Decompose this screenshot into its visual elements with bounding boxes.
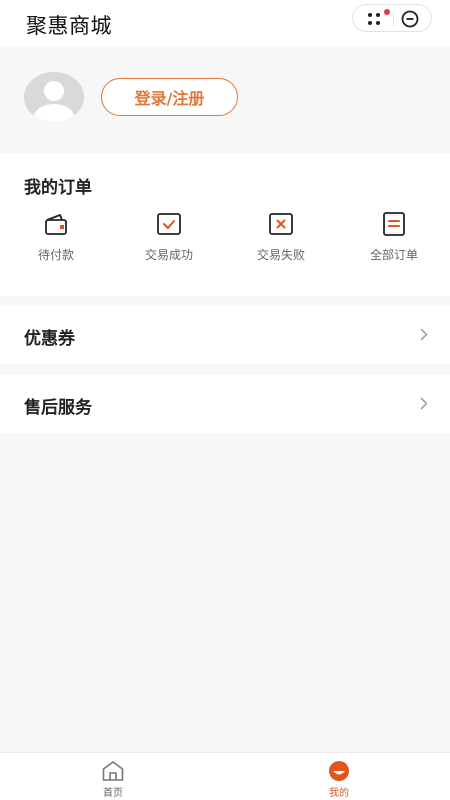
mine-icon bbox=[329, 761, 349, 781]
x-box-icon bbox=[269, 213, 293, 235]
more-dots-icon[interactable] bbox=[367, 12, 383, 26]
tab-mine-label: 我的 bbox=[329, 788, 349, 799]
my-orders-section: 我的订单 待付款 交易成功 交易失败 全部订单 bbox=[0, 153, 450, 296]
after-sales-label: 售后服务 bbox=[24, 398, 92, 418]
default-avatar-icon[interactable] bbox=[24, 72, 84, 122]
capsule-divider bbox=[393, 12, 394, 26]
coupons-label: 优惠券 bbox=[24, 329, 75, 349]
wallet-icon bbox=[45, 214, 67, 235]
chevron-right-icon bbox=[420, 397, 428, 410]
list-icon bbox=[383, 212, 405, 236]
my-orders-title: 我的订单 bbox=[24, 178, 92, 198]
profile-section: 登录/注册 bbox=[0, 46, 450, 148]
order-item-label: 交易失败 bbox=[256, 248, 305, 262]
chevron-right-icon bbox=[420, 328, 428, 341]
header: 聚惠商城 bbox=[0, 0, 450, 46]
coupons-row[interactable]: 优惠券 bbox=[0, 306, 450, 364]
close-circle-icon[interactable] bbox=[401, 10, 419, 28]
check-box-icon bbox=[157, 213, 181, 235]
bottom-tab-bar: 首页 我的 bbox=[0, 752, 450, 800]
after-sales-row[interactable]: 售后服务 bbox=[0, 375, 450, 433]
home-icon bbox=[102, 761, 124, 781]
notification-dot bbox=[384, 9, 390, 15]
tab-home[interactable]: 首页 bbox=[73, 760, 153, 800]
tab-mine[interactable]: 我的 bbox=[299, 760, 379, 800]
order-item-label: 全部订单 bbox=[369, 248, 418, 262]
tab-home-label: 首页 bbox=[103, 788, 123, 799]
app-title: 聚惠商城 bbox=[26, 14, 112, 38]
mini-program-capsule bbox=[352, 4, 432, 32]
order-pending-payment[interactable]: 待付款 bbox=[11, 211, 101, 263]
order-item-label: 待付款 bbox=[37, 248, 74, 262]
order-failed[interactable]: 交易失败 bbox=[236, 211, 326, 263]
order-all[interactable]: 全部订单 bbox=[349, 211, 439, 263]
login-register-button[interactable]: 登录/注册 bbox=[101, 78, 238, 116]
order-success[interactable]: 交易成功 bbox=[124, 211, 214, 263]
order-item-label: 交易成功 bbox=[144, 248, 193, 262]
